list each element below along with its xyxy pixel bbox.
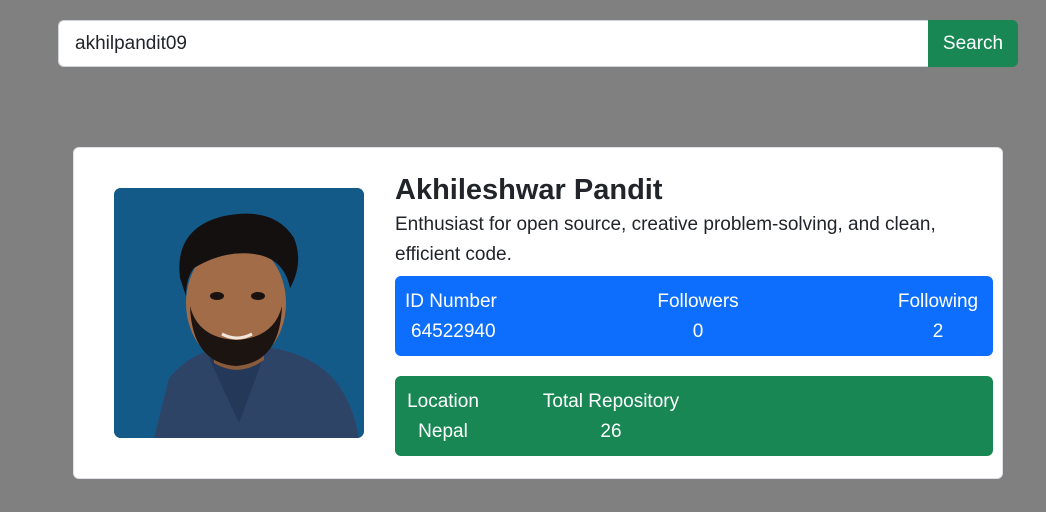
search-button[interactable]: Search: [928, 20, 1018, 67]
stat-repos-label: Total Repository: [542, 391, 680, 412]
stat-followers-value: 0: [692, 321, 704, 342]
stat-location: Location Nepal: [405, 390, 481, 444]
search-bar: Search: [58, 20, 1018, 67]
profile-card: Akhileshwar Pandit Enthusiast for open s…: [73, 147, 1003, 479]
avatar: [114, 188, 364, 438]
search-input[interactable]: [58, 20, 928, 67]
stat-location-label: Location: [407, 391, 479, 412]
stat-repos: Total Repository 26: [540, 390, 682, 444]
stat-followers: Followers 0: [648, 290, 748, 344]
stat-following-label: Following: [897, 291, 979, 312]
stat-id-value: 64522940: [411, 321, 496, 342]
profile-name: Akhileshwar Pandit: [395, 174, 663, 206]
stat-following: Following 2: [893, 290, 983, 344]
stat-id-label: ID Number: [405, 291, 497, 312]
stats-primary: ID Number 64522940 Followers 0 Following…: [395, 276, 993, 356]
stat-id: ID Number 64522940: [405, 290, 497, 344]
profile-info: Akhileshwar Pandit Enthusiast for open s…: [395, 172, 993, 270]
stats-secondary: Location Nepal Total Repository 26: [395, 376, 993, 456]
stat-followers-label: Followers: [657, 291, 739, 312]
profile-bio: Enthusiast for open source, creative pro…: [395, 214, 936, 265]
stat-location-value: Nepal: [418, 421, 468, 442]
stat-following-value: 2: [932, 321, 944, 342]
user-photo-icon: [114, 188, 364, 438]
stat-repos-value: 26: [600, 421, 622, 442]
